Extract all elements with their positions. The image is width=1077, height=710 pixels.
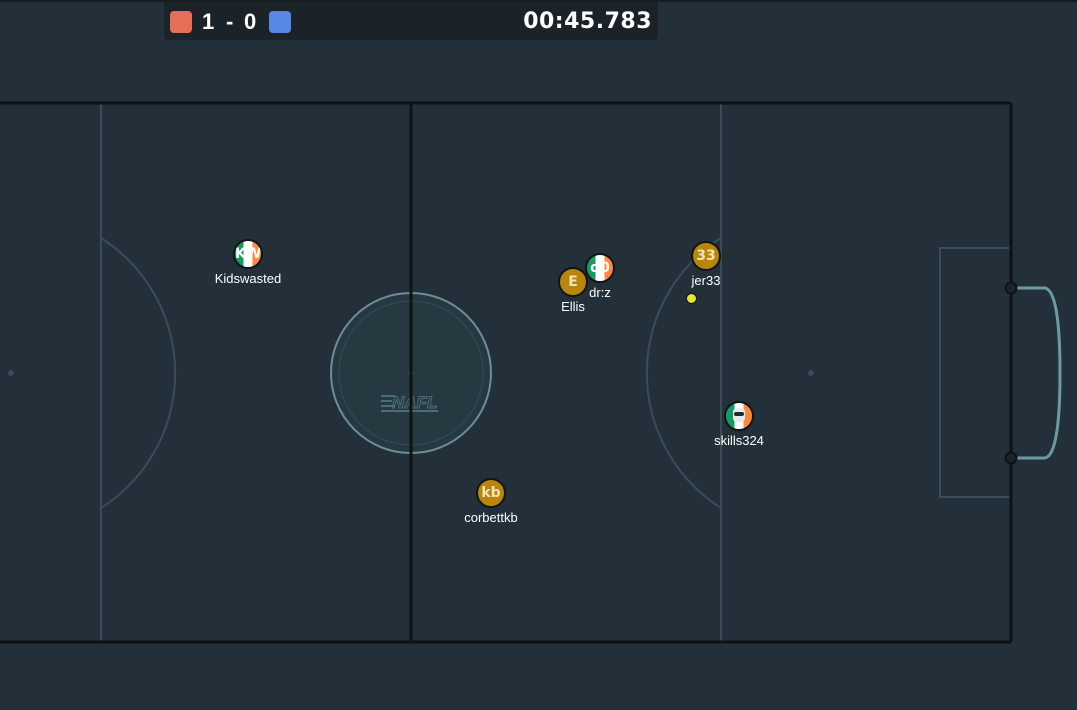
right-goal-net: [1011, 286, 1062, 460]
player-jer33: 33 jer33: [646, 241, 766, 291]
scoreboard: 1 - 0 00:45.783: [164, 2, 658, 40]
player-kidswasted: KW Kidswasted: [188, 239, 308, 289]
player-ellis: E Ellis: [513, 267, 633, 317]
game-timer: 00:45.783: [523, 9, 652, 34]
red-team-score: 1: [202, 9, 215, 34]
player-name: skills324: [714, 433, 764, 448]
player-name: jer33: [691, 273, 721, 288]
blue-team-score: 0: [244, 9, 257, 34]
player-disc: 33: [691, 241, 721, 271]
player-disc: kb: [476, 478, 506, 508]
robot-icon: [733, 408, 745, 422]
player-avatar: KW: [235, 246, 262, 262]
blue-team-swatch: [269, 11, 291, 33]
player-disc: KW: [233, 239, 263, 269]
game-stage: NAFL 1 - 0 00:45.783 KW Kidswasted d0 dr…: [0, 0, 1077, 710]
goal-post-top: [1004, 281, 1018, 295]
player-corbettkb: kb corbettkb: [431, 478, 551, 528]
goal-post-bottom: [1004, 451, 1018, 465]
red-team-swatch: [170, 11, 192, 33]
score-separator: -: [226, 9, 234, 34]
ball: [686, 293, 697, 304]
goal-area-box: [939, 247, 1010, 498]
player-skills324: skills324: [679, 401, 799, 451]
player-avatar: E: [568, 274, 578, 290]
league-logo-text: NAFL: [392, 393, 437, 412]
left-spot: [8, 370, 14, 376]
player-name: Ellis: [561, 299, 585, 314]
player-avatar: kb: [481, 485, 501, 501]
player-name: Kidswasted: [214, 271, 282, 286]
right-spot: [808, 370, 814, 376]
player-disc: [724, 401, 754, 431]
player-disc: E: [558, 267, 588, 297]
player-avatar: 33: [696, 248, 716, 264]
left-arc: [100, 237, 177, 509]
soccer-pitch: NAFL: [0, 101, 1062, 644]
player-name: corbettkb: [464, 510, 518, 525]
